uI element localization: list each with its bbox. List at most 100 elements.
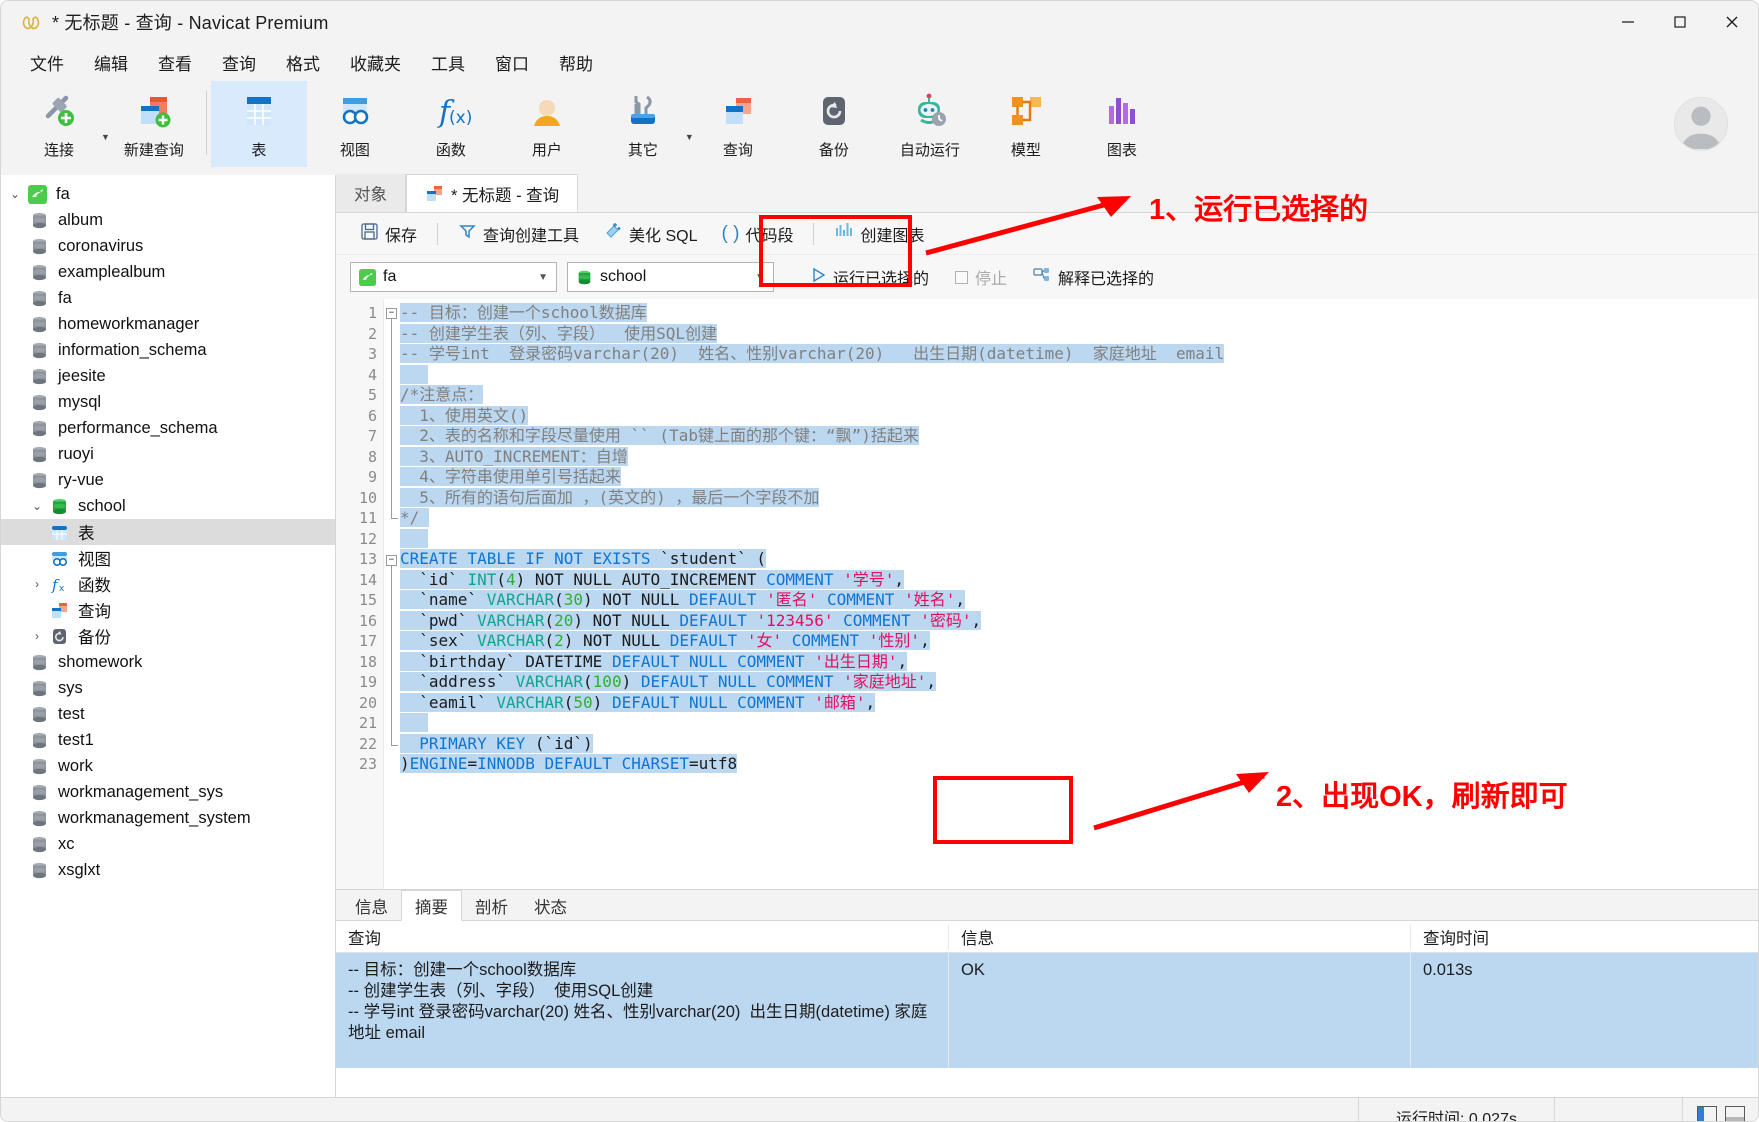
tree-item-db-xc[interactable]: xc <box>1 831 335 857</box>
tree-item-label: 函数 <box>78 577 111 595</box>
cell-query: -- 目标：创建一个school数据库 -- 创建学生表（列、字段） 使用SQL… <box>348 961 928 1042</box>
code-line: -- 目标：创建一个school数据库 <box>400 303 647 322</box>
menu-favorites[interactable]: 收藏夹 <box>335 46 416 79</box>
navigation-tree[interactable]: ⌄ fa album coronavirus examplealbum fa h… <box>1 175 336 1097</box>
create-chart-icon <box>834 222 854 245</box>
toolbar-user[interactable]: 用户 <box>499 81 595 167</box>
menu-tools[interactable]: 工具 <box>416 46 480 79</box>
navicat-logo-icon <box>19 10 43 34</box>
tree-item-db-xsglxt[interactable]: xsglxt <box>1 857 335 883</box>
tree-item-db-ry-vue[interactable]: ry-vue <box>1 467 335 493</box>
toolbar-model[interactable]: 模型 <box>978 81 1074 167</box>
fold-toggle-icon[interactable]: − <box>386 307 397 319</box>
tree-item-db-ruoyi[interactable]: ruoyi <box>1 441 335 467</box>
tree-item-label: jeesite <box>58 366 106 385</box>
results-tab-info[interactable]: 信息 <box>342 892 401 920</box>
table-row[interactable]: -- 目标：创建一个school数据库 -- 创建学生表（列、字段） 使用SQL… <box>336 953 1758 1068</box>
fold-toggle-icon[interactable]: − <box>386 554 397 566</box>
tree-item-connection-fa[interactable]: ⌄ fa <box>1 181 335 207</box>
beautify-sql-button[interactable]: 美化 SQL <box>593 217 707 250</box>
menu-view[interactable]: 查看 <box>143 46 207 79</box>
chevron-right-icon[interactable]: › <box>27 629 47 643</box>
connection-select[interactable]: fa ▼ <box>350 262 557 292</box>
line-number: 23 <box>358 755 377 773</box>
tree-item-label: ruoyi <box>58 444 94 463</box>
tree-item-db-examplealbum[interactable]: examplealbum <box>1 259 335 285</box>
close-button[interactable] <box>1706 1 1758 43</box>
query-icon <box>47 601 71 620</box>
results-tab-status[interactable]: 状态 <box>521 892 580 920</box>
database-select[interactable]: school ▼ <box>567 262 774 292</box>
show-bottom-panel-icon[interactable] <box>1724 1105 1745 1121</box>
tree-item-db-album[interactable]: album <box>1 207 335 233</box>
toolbar-table[interactable]: 表 <box>210 81 307 167</box>
explain-selected-button[interactable]: 解释已选择的 <box>1025 262 1162 292</box>
tree-item-db-workmanagement-system[interactable]: workmanagement_system <box>1 805 335 831</box>
tree-item-views[interactable]: 视图 <box>1 545 335 571</box>
tree-item-db-test1[interactable]: test1 <box>1 727 335 753</box>
status-spacer <box>1554 1097 1682 1121</box>
code-fold-column[interactable]: − − <box>384 299 400 889</box>
show-left-panel-icon[interactable] <box>1696 1105 1717 1121</box>
run-selected-button[interactable]: 运行已选择的 <box>802 262 937 292</box>
tree-item-db-mysql[interactable]: mysql <box>1 389 335 415</box>
query-builder-button[interactable]: 查询创建工具 <box>448 218 589 250</box>
tree-item-db-performance-schema[interactable]: performance_schema <box>1 415 335 441</box>
snippet-button[interactable]: ( ) 代码段 <box>712 218 804 250</box>
menu-query[interactable]: 查询 <box>207 46 271 79</box>
line-number: 18 <box>358 652 377 671</box>
tree-item-backups[interactable]: › 备份 <box>1 623 335 649</box>
menu-edit[interactable]: 编辑 <box>79 46 143 79</box>
chevron-down-icon[interactable]: ▼ <box>755 272 765 283</box>
tree-item-db-jeesite[interactable]: jeesite <box>1 363 335 389</box>
toolbar-view[interactable]: 视图 <box>307 81 403 167</box>
tree-item-db-workmanagement-sys[interactable]: workmanagement_sys <box>1 779 335 805</box>
toolbar-divider <box>437 222 439 245</box>
tab-untitled-query[interactable]: * 无标题 - 查询 <box>406 174 579 212</box>
save-button[interactable]: 保存 <box>350 218 427 250</box>
code-line: `address` VARCHAR(100) DEFAULT NULL COMM… <box>400 672 937 691</box>
menu-window[interactable]: 窗口 <box>480 46 544 79</box>
main-toolbar: 连接 ▼ 新建查询 表 视图 f (x) 函数 用户 其它 ▼ 查询 备份 自动… <box>1 81 1758 175</box>
toolbar-query[interactable]: 查询 <box>690 81 786 167</box>
toolbar-new-query[interactable]: 新建查询 <box>106 81 202 167</box>
chevron-right-icon[interactable]: › <box>27 577 47 591</box>
tab-objects[interactable]: 对象 <box>336 174 406 212</box>
tree-item-db-homeworkmanager[interactable]: homeworkmanager <box>1 311 335 337</box>
tree-item-db-shomework[interactable]: shomework <box>1 649 335 675</box>
line-number: 5 <box>367 386 377 404</box>
tree-item-db-fa[interactable]: fa <box>1 285 335 311</box>
tree-item-db-sys[interactable]: sys <box>1 675 335 701</box>
toolbar-others[interactable]: 其它 <box>595 81 691 167</box>
create-chart-button[interactable]: 创建图表 <box>824 218 934 250</box>
avatar[interactable] <box>1674 97 1728 151</box>
tree-item-db-coronavirus[interactable]: coronavirus <box>1 233 335 259</box>
navicat-window: * 无标题 - 查询 - Navicat Premium 文件 编辑 查看 查询… <box>0 0 1759 1122</box>
tree-item-db-test[interactable]: test <box>1 701 335 727</box>
tree-item-db-school[interactable]: ⌄ school <box>1 493 335 519</box>
chevron-down-icon[interactable]: ⌄ <box>5 187 25 201</box>
database-icon <box>27 705 51 724</box>
toolbar-backup[interactable]: 备份 <box>786 81 882 167</box>
toolbar-function[interactable]: f (x) 函数 <box>403 81 499 167</box>
results-tab-summary[interactable]: 摘要 <box>401 890 462 921</box>
maximize-button[interactable] <box>1654 1 1706 43</box>
minimize-button[interactable] <box>1602 1 1654 43</box>
chevron-down-icon[interactable]: ▼ <box>538 272 548 283</box>
tree-item-tables[interactable]: 表 <box>1 519 335 545</box>
results-header-row: 查询 信息 查询时间 <box>336 921 1758 953</box>
menu-file[interactable]: 文件 <box>15 46 79 79</box>
toolbar-automation[interactable]: 自动运行 <box>882 81 978 167</box>
menu-format[interactable]: 格式 <box>271 46 335 79</box>
tree-item-db-information-schema[interactable]: information_schema <box>1 337 335 363</box>
chevron-down-icon[interactable]: ⌄ <box>27 499 47 513</box>
tree-item-queries[interactable]: 查询 <box>1 597 335 623</box>
tree-item-db-work[interactable]: work <box>1 753 335 779</box>
tree-item-label: 视图 <box>78 551 111 569</box>
menu-help[interactable]: 帮助 <box>544 46 608 79</box>
toolbar-chart[interactable]: 图表 <box>1074 81 1170 167</box>
tree-item-functions[interactable]: › fx 函数 <box>1 571 335 597</box>
results-tab-profile[interactable]: 剖析 <box>462 892 521 920</box>
tab-strip: 对象 * 无标题 - 查询 <box>336 174 1758 213</box>
toolbar-connection[interactable]: 连接 <box>11 81 107 167</box>
